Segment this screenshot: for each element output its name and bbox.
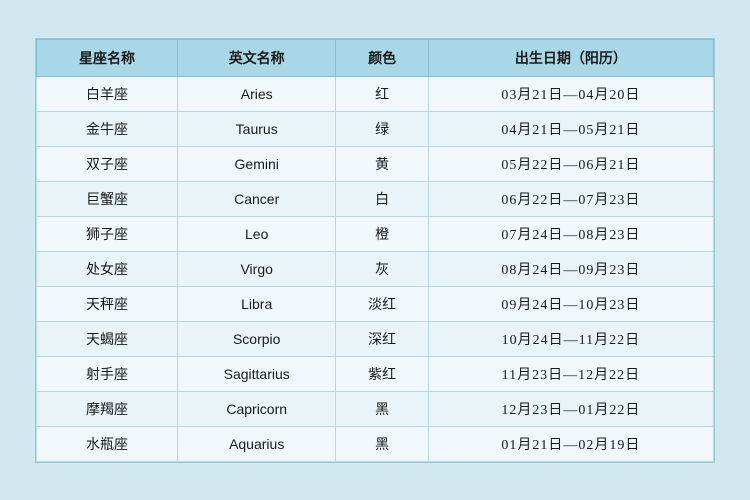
cell-english-name: Aquarius: [177, 426, 336, 461]
cell-english-name: Taurus: [177, 111, 336, 146]
cell-dates: 09月24日—10月23日: [428, 286, 713, 321]
cell-english-name: Leo: [177, 216, 336, 251]
table-row: 射手座Sagittarius紫红11月23日—12月22日: [37, 356, 714, 391]
cell-color: 白: [336, 181, 428, 216]
cell-english-name: Aries: [177, 76, 336, 111]
table-row: 巨蟹座Cancer白06月22日—07月23日: [37, 181, 714, 216]
table-row: 天蝎座Scorpio深红10月24日—11月22日: [37, 321, 714, 356]
cell-english-name: Virgo: [177, 251, 336, 286]
cell-chinese-name: 巨蟹座: [37, 181, 178, 216]
cell-color: 淡红: [336, 286, 428, 321]
cell-dates: 04月21日—05月21日: [428, 111, 713, 146]
table-header-row: 星座名称 英文名称 颜色 出生日期（阳历）: [37, 39, 714, 76]
cell-color: 黑: [336, 391, 428, 426]
table-row: 处女座Virgo灰08月24日—09月23日: [37, 251, 714, 286]
table-row: 白羊座Aries红03月21日—04月20日: [37, 76, 714, 111]
cell-color: 黑: [336, 426, 428, 461]
table-row: 狮子座Leo橙07月24日—08月23日: [37, 216, 714, 251]
cell-color: 灰: [336, 251, 428, 286]
cell-chinese-name: 双子座: [37, 146, 178, 181]
zodiac-table-container: 星座名称 英文名称 颜色 出生日期（阳历） 白羊座Aries红03月21日—04…: [35, 38, 715, 463]
cell-chinese-name: 金牛座: [37, 111, 178, 146]
cell-chinese-name: 狮子座: [37, 216, 178, 251]
cell-english-name: Sagittarius: [177, 356, 336, 391]
cell-chinese-name: 水瓶座: [37, 426, 178, 461]
table-row: 摩羯座Capricorn黑12月23日—01月22日: [37, 391, 714, 426]
cell-dates: 08月24日—09月23日: [428, 251, 713, 286]
table-row: 天秤座Libra淡红09月24日—10月23日: [37, 286, 714, 321]
header-chinese-name: 星座名称: [37, 39, 178, 76]
table-row: 金牛座Taurus绿04月21日—05月21日: [37, 111, 714, 146]
table-body: 白羊座Aries红03月21日—04月20日金牛座Taurus绿04月21日—0…: [37, 76, 714, 461]
cell-english-name: Cancer: [177, 181, 336, 216]
cell-color: 黄: [336, 146, 428, 181]
cell-chinese-name: 摩羯座: [37, 391, 178, 426]
cell-dates: 07月24日—08月23日: [428, 216, 713, 251]
cell-chinese-name: 天秤座: [37, 286, 178, 321]
cell-dates: 11月23日—12月22日: [428, 356, 713, 391]
cell-color: 紫红: [336, 356, 428, 391]
cell-dates: 01月21日—02月19日: [428, 426, 713, 461]
cell-english-name: Capricorn: [177, 391, 336, 426]
cell-english-name: Scorpio: [177, 321, 336, 356]
header-color: 颜色: [336, 39, 428, 76]
header-english-name: 英文名称: [177, 39, 336, 76]
cell-chinese-name: 白羊座: [37, 76, 178, 111]
cell-color: 红: [336, 76, 428, 111]
cell-chinese-name: 处女座: [37, 251, 178, 286]
cell-english-name: Libra: [177, 286, 336, 321]
cell-dates: 10月24日—11月22日: [428, 321, 713, 356]
table-row: 双子座Gemini黄05月22日—06月21日: [37, 146, 714, 181]
cell-dates: 03月21日—04月20日: [428, 76, 713, 111]
cell-color: 橙: [336, 216, 428, 251]
cell-english-name: Gemini: [177, 146, 336, 181]
cell-chinese-name: 天蝎座: [37, 321, 178, 356]
cell-dates: 12月23日—01月22日: [428, 391, 713, 426]
zodiac-table: 星座名称 英文名称 颜色 出生日期（阳历） 白羊座Aries红03月21日—04…: [36, 39, 714, 462]
cell-chinese-name: 射手座: [37, 356, 178, 391]
cell-dates: 05月22日—06月21日: [428, 146, 713, 181]
cell-color: 绿: [336, 111, 428, 146]
table-row: 水瓶座Aquarius黑01月21日—02月19日: [37, 426, 714, 461]
cell-color: 深红: [336, 321, 428, 356]
header-dates: 出生日期（阳历）: [428, 39, 713, 76]
cell-dates: 06月22日—07月23日: [428, 181, 713, 216]
